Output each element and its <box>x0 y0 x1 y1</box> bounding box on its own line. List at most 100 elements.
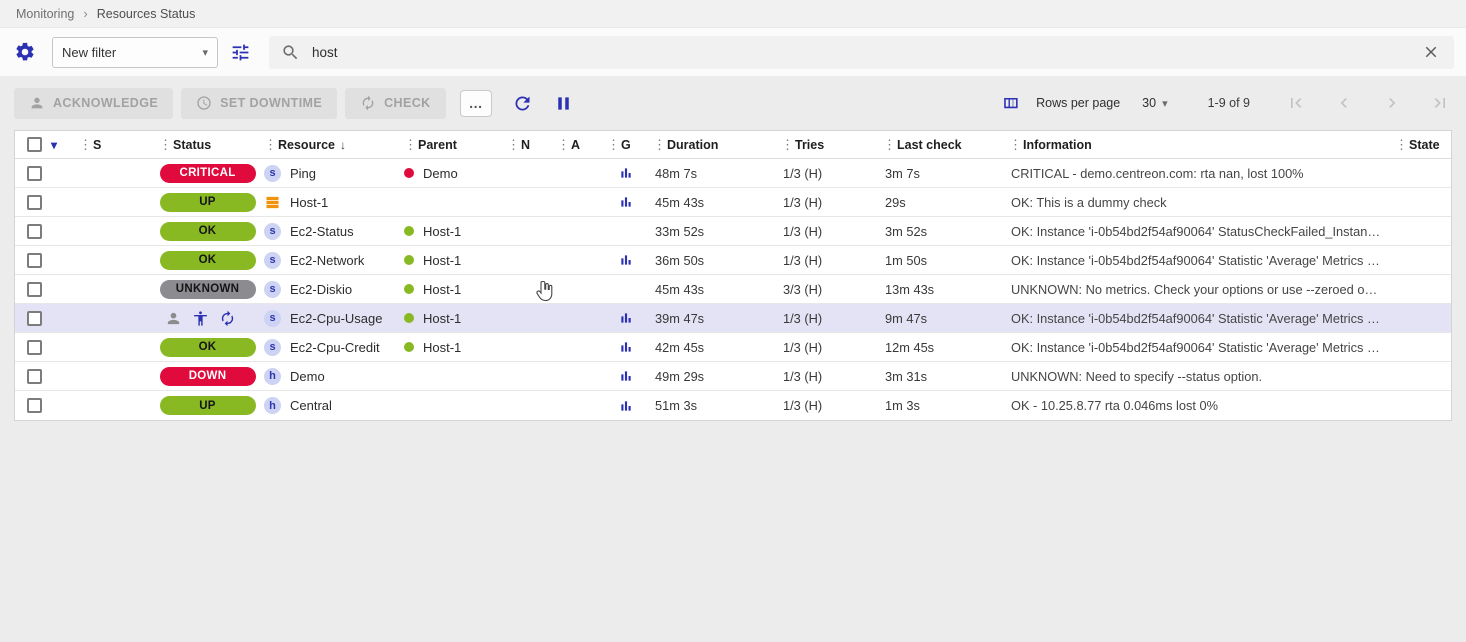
row-checkbox[interactable] <box>27 224 42 239</box>
column-header-information[interactable]: ⋮Information <box>1005 131 1391 158</box>
table-row[interactable]: OKsEc2-NetworkHost-136m 50s1/3 (H)1m 50s… <box>15 246 1451 275</box>
state-cell <box>1391 159 1451 187</box>
column-header-parent[interactable]: ⋮Parent <box>400 131 503 158</box>
resource-type-host-icon: h <box>264 397 281 414</box>
resource-name: Host-1 <box>290 195 328 210</box>
select-all-checkbox[interactable] <box>27 137 42 152</box>
resource-cell: sPing <box>260 159 400 187</box>
first-page-button[interactable] <box>1284 91 1308 115</box>
column-options-icon[interactable]: ⋮ <box>79 137 90 153</box>
table-row[interactable]: OKsEc2-StatusHost-133m 52s1/3 (H)3m 52sO… <box>15 217 1451 246</box>
column-options-icon[interactable]: ⋮ <box>653 137 664 153</box>
breadcrumb-monitoring[interactable]: Monitoring <box>16 7 74 21</box>
column-options-icon[interactable]: ⋮ <box>557 137 568 153</box>
acknowledged-person-icon <box>165 310 182 327</box>
search-input[interactable] <box>312 45 1408 60</box>
bar-chart-icon[interactable] <box>618 368 634 384</box>
column-options-icon[interactable]: ⋮ <box>159 137 170 153</box>
information-cell: OK - 10.25.8.77 rta 0.046ms lost 0% <box>1005 391 1391 420</box>
row-checkbox[interactable] <box>27 253 42 268</box>
last-page-button[interactable] <box>1428 91 1452 115</box>
column-header-a[interactable]: ⋮A <box>553 131 603 158</box>
chevron-right-icon <box>1382 93 1402 113</box>
row-checkbox[interactable] <box>27 311 42 326</box>
set-downtime-button[interactable]: SET DOWNTIME <box>181 88 337 119</box>
rows-per-page-select[interactable]: 30 ▾ <box>1142 96 1167 110</box>
bar-chart-icon[interactable] <box>618 165 634 181</box>
select-cell <box>15 362 75 390</box>
column-header-tries[interactable]: ⋮Tries <box>777 131 879 158</box>
graph-cell <box>603 362 649 390</box>
table-row[interactable]: UPhCentral51m 3s1/3 (H)1m 3sOK - 10.25.8… <box>15 391 1451 420</box>
pause-icon <box>553 93 574 114</box>
row-checkbox[interactable] <box>27 166 42 181</box>
column-options-icon[interactable]: ⋮ <box>883 137 894 153</box>
refresh-button[interactable] <box>510 91 535 116</box>
last-check-cell: 3m 7s <box>879 159 1005 187</box>
search-box[interactable] <box>269 36 1454 69</box>
parent-status-dot <box>404 226 414 236</box>
status-pill-up: UP <box>160 396 256 415</box>
table-row[interactable]: OKsEc2-Cpu-CreditHost-142m 45s1/3 (H)12m… <box>15 333 1451 362</box>
information-cell: UNKNOWN: Need to specify --status option… <box>1005 362 1391 391</box>
next-page-button[interactable] <box>1380 91 1404 115</box>
graph-cell <box>603 275 649 303</box>
breadcrumb-resources-status[interactable]: Resources Status <box>97 7 196 21</box>
table-row[interactable]: UPHost-145m 43s1/3 (H)29sOK: This is a d… <box>15 188 1451 217</box>
column-options-icon[interactable]: ⋮ <box>1395 137 1406 153</box>
table-row[interactable]: DOWNhDemo49m 29s1/3 (H)3m 31sUNKNOWN: Ne… <box>15 362 1451 391</box>
filter-tune-button[interactable] <box>228 40 253 65</box>
column-options-icon[interactable]: ⋮ <box>264 137 275 153</box>
column-header-duration[interactable]: ⋮Duration <box>649 131 777 158</box>
table-row[interactable]: CRITICALsPingDemo48m 7s1/3 (H)3m 7sCRITI… <box>15 159 1451 188</box>
table-row[interactable]: sEc2-Cpu-UsageHost-139m 47s1/3 (H)9m 47s… <box>15 304 1451 333</box>
tries-cell: 1/3 (H) <box>777 304 879 332</box>
acknowledge-button[interactable]: ACKNOWLEDGE <box>14 88 173 119</box>
previous-page-button[interactable] <box>1332 91 1356 115</box>
last-check-cell: 13m 43s <box>879 275 1005 303</box>
row-checkbox[interactable] <box>27 282 42 297</box>
column-options-icon[interactable]: ⋮ <box>781 137 792 153</box>
edit-columns-button[interactable] <box>999 92 1022 115</box>
bar-chart-icon[interactable] <box>618 252 634 268</box>
row-checkbox[interactable] <box>27 369 42 384</box>
column-header-status[interactable]: ⋮Status <box>155 131 260 158</box>
bar-chart-icon[interactable] <box>618 194 634 210</box>
status-cell: UNKNOWN <box>155 275 260 303</box>
column-options-icon[interactable]: ⋮ <box>507 137 518 153</box>
more-actions-button[interactable]: … <box>460 90 492 117</box>
severity-cell <box>75 333 155 361</box>
check-button[interactable]: CHECK <box>345 88 445 119</box>
parent-name: Host-1 <box>423 253 461 268</box>
pause-button[interactable] <box>551 91 576 116</box>
status-pill-down: DOWN <box>160 367 256 386</box>
select-rows-dropdown-icon[interactable]: ▾ <box>51 138 57 152</box>
column-options-icon[interactable]: ⋮ <box>404 137 415 153</box>
column-header-s[interactable]: ⋮S <box>75 131 155 158</box>
column-header-n[interactable]: ⋮N <box>503 131 553 158</box>
acknowledged-cell <box>553 333 603 361</box>
clear-search-button[interactable] <box>1420 41 1442 63</box>
row-checkbox[interactable] <box>27 195 42 210</box>
filter-select[interactable]: New filter ▾ <box>52 37 218 68</box>
row-checkbox[interactable] <box>27 398 42 413</box>
graph-cell <box>603 188 649 216</box>
table-row[interactable]: UNKNOWNsEc2-DiskioHost-145m 43s3/3 (H)13… <box>15 275 1451 304</box>
bar-chart-icon[interactable] <box>618 398 634 414</box>
bar-chart-icon[interactable] <box>618 310 634 326</box>
pagination-bar: Rows per page 30 ▾ 1-9 of 9 <box>999 91 1452 115</box>
column-header-resource[interactable]: ⋮Resource↓ <box>260 131 400 158</box>
view-columns-icon <box>1001 94 1020 113</box>
column-header-last_check[interactable]: ⋮Last check <box>879 131 1005 158</box>
column-options-icon[interactable]: ⋮ <box>607 137 618 153</box>
filter-settings-button[interactable] <box>12 39 38 65</box>
column-label-state: State <box>1409 138 1440 152</box>
last-check-cell: 1m 50s <box>879 246 1005 274</box>
column-header-state[interactable]: ⋮State <box>1391 131 1451 158</box>
column-header-g[interactable]: ⋮G <box>603 131 649 158</box>
resource-name: Demo <box>290 369 325 384</box>
resource-cell: sEc2-Cpu-Usage <box>260 304 400 332</box>
bar-chart-icon[interactable] <box>618 339 634 355</box>
column-options-icon[interactable]: ⋮ <box>1009 137 1020 153</box>
row-checkbox[interactable] <box>27 340 42 355</box>
